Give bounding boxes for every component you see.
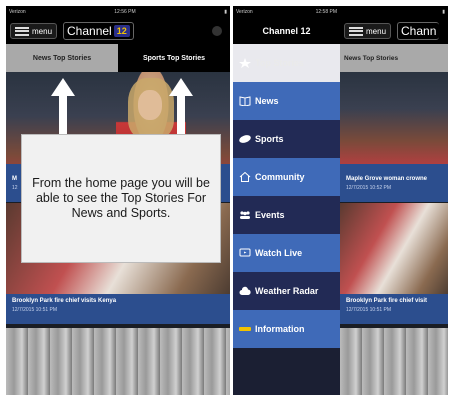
menu-item-label: Information: [255, 324, 305, 334]
tab-sports-top-stories[interactable]: Sports Top Stories: [118, 44, 230, 72]
tab-news-top-stories[interactable]: News Top Stories: [340, 44, 448, 72]
story-time: 12/7/2015 10:51 PM: [12, 307, 58, 313]
story-time: 12/7/2015 10:52 PM: [346, 185, 392, 191]
status-time: 12:56 PM: [114, 9, 136, 15]
channel-badge: 12: [113, 25, 130, 37]
menu-item-sports[interactable]: Sports: [233, 120, 340, 158]
hamburger-icon: [349, 26, 363, 36]
story-title: Brooklyn Park fire chief visit: [346, 298, 428, 304]
tutorial-text: From the home page you will be able to s…: [32, 176, 210, 220]
menu-label: menu: [366, 26, 387, 36]
settings-icon[interactable]: [212, 26, 222, 36]
menu-button[interactable]: menu: [10, 23, 58, 39]
hamburger-icon: [15, 26, 29, 36]
arrow-up-icon: [169, 78, 193, 134]
status-time: 12:58 PM: [315, 9, 337, 15]
menu-item-label: Community: [255, 172, 305, 182]
menu-item-label: Sports: [255, 134, 284, 144]
menu-item-weather-radar[interactable]: Weather Radar: [233, 272, 340, 310]
story-time: 12/7/2015 10:51 PM: [346, 307, 392, 313]
menu-item-label: Weather Radar: [255, 286, 319, 296]
story-photo[interactable]: [340, 203, 448, 298]
side-menu: Top Stories News Sports Community Events…: [233, 44, 340, 348]
story-photo[interactable]: [340, 328, 448, 395]
status-bar: Verizon 12:58 PM: [233, 6, 340, 18]
menu-item-label: Top Stories: [255, 58, 304, 68]
side-menu-screen: Verizon 12:58 PM Channel 12 Top Stories …: [233, 6, 340, 395]
channel-logo: Chann: [397, 22, 440, 40]
star-icon: [239, 58, 251, 68]
menu-button[interactable]: menu: [344, 23, 392, 39]
battery-icon: ▮: [442, 9, 445, 15]
story-caption[interactable]: Maple Grove woman crowne 12/7/2015 10:52…: [340, 164, 448, 202]
book-icon: [239, 96, 251, 106]
story-title: Brooklyn Park fire chief visits Kenya: [12, 298, 117, 304]
story-photo[interactable]: [6, 328, 230, 395]
nav-bar: menu Chann: [340, 18, 448, 44]
menu-item-watch-live[interactable]: Watch Live: [233, 234, 340, 272]
house-icon: [239, 172, 251, 182]
menu-label: menu: [32, 26, 53, 36]
menu-item-label: Events: [255, 210, 285, 220]
carrier-label: Verizon: [9, 9, 26, 15]
info-icon: [239, 327, 251, 331]
tab-news-top-stories[interactable]: News Top Stories: [6, 44, 118, 72]
face-shape: [138, 90, 162, 120]
menu-item-events[interactable]: Events: [233, 196, 340, 234]
channel-text: Chann: [401, 24, 437, 38]
story-caption[interactable]: Brooklyn Park fire chief visit 12/7/2015…: [340, 294, 448, 324]
menu-item-news[interactable]: News: [233, 82, 340, 120]
home-screen-partial: ▮ menu Chann News Top Stories Maple Grov…: [340, 6, 448, 395]
menu-item-label: Watch Live: [255, 248, 303, 258]
menu-item-information[interactable]: Information: [233, 310, 340, 348]
home-screen: Verizon 12:56 PM ▮ menu Channel 12 News …: [6, 6, 230, 395]
tv-icon: [239, 248, 251, 257]
status-bar: ▮: [340, 6, 448, 18]
menu-item-label: News: [255, 96, 279, 106]
nav-bar: menu Channel 12: [6, 18, 230, 44]
story-title: Maple Grove woman crowne: [346, 176, 428, 182]
carrier-label: Verizon: [236, 9, 253, 15]
people-icon: [240, 211, 250, 219]
menu-item-top-stories[interactable]: Top Stories: [233, 44, 340, 82]
channel-logo: Channel 12: [63, 22, 134, 40]
cloud-icon: [239, 286, 251, 295]
menu-item-community[interactable]: Community: [233, 158, 340, 196]
arrow-up-icon: [51, 78, 75, 134]
channel-text: Channel: [67, 24, 112, 38]
battery-icon: ▮: [224, 9, 227, 15]
football-icon: [239, 135, 251, 143]
story-photo[interactable]: [340, 72, 448, 164]
menu-title: Channel 12: [233, 18, 340, 44]
status-bar: Verizon 12:56 PM ▮: [6, 6, 230, 18]
story-caption[interactable]: Brooklyn Park fire chief visits Kenya 12…: [6, 294, 230, 324]
top-stories-tabs: News Top Stories Sports Top Stories: [6, 44, 230, 72]
tutorial-callout: From the home page you will be able to s…: [21, 134, 221, 263]
